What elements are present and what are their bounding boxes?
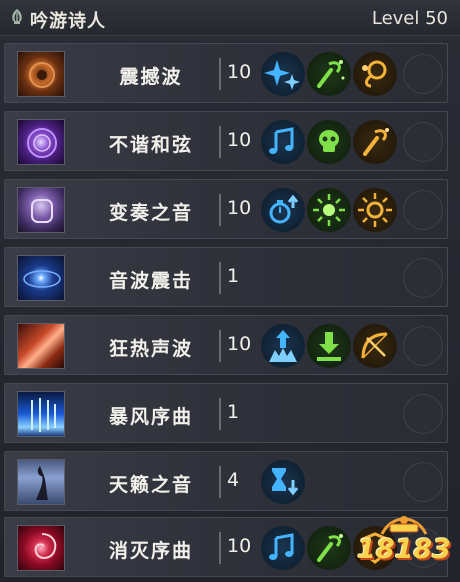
skill-row[interactable]: 不谐和弦 10 [4, 111, 448, 171]
skill-row[interactable]: 狂热声波 10 [4, 315, 448, 375]
orange-sun-rune-icon[interactable] [353, 188, 397, 232]
green-skull-rune-icon[interactable] [307, 120, 351, 164]
divider [219, 194, 221, 226]
orange-wand-rune-icon[interactable] [353, 120, 397, 164]
blue-music-note-rune-icon[interactable] [261, 526, 305, 570]
divider [219, 466, 221, 498]
skill-points: 10 [227, 61, 252, 83]
skill-points: 4 [227, 469, 240, 491]
divider [219, 126, 221, 158]
skill-points: 1 [227, 265, 240, 287]
skill-name: 狂热声波 [108, 338, 193, 360]
divider [219, 330, 221, 362]
divider [219, 58, 221, 90]
skill-points: 10 [227, 535, 252, 557]
storm-prelude-skill-icon [17, 391, 65, 437]
skill-name: 变奏之音 [108, 202, 193, 224]
skill-name: 消灭序曲 [108, 540, 193, 562]
green-burst-rune-icon[interactable] [307, 188, 351, 232]
skill-points: 10 [227, 129, 252, 151]
annihilation-prelude-skill-icon [17, 525, 65, 571]
skill-name: 天籁之音 [108, 474, 193, 496]
skill-panel: 吟游诗人 Level 50 震撼波 10 不谐和弦 10 变奏之音 10 音波震… [0, 0, 460, 582]
skill-row[interactable]: 暴风序曲 1 [4, 383, 448, 443]
class-name: 吟游诗人 [30, 11, 106, 32]
skill-name: 暴风序曲 [108, 406, 193, 428]
watermark-text: 18183 [357, 534, 451, 565]
orange-bow-rune-icon[interactable] [353, 324, 397, 368]
variation-skill-icon [17, 187, 65, 233]
divider [219, 262, 221, 294]
header-bar: 吟游诗人 Level 50 [0, 0, 460, 36]
discord-skill-icon [17, 119, 65, 165]
lyre-emblem-icon [12, 9, 22, 24]
empty-rune-slot[interactable] [403, 190, 443, 230]
skill-row[interactable]: 音波震击 1 [4, 247, 448, 307]
sonic-strike-skill-icon [17, 255, 65, 301]
empty-rune-slot[interactable] [403, 258, 443, 298]
skill-points: 10 [227, 197, 252, 219]
empty-rune-slot[interactable] [403, 462, 443, 502]
green-down-arrow-rune-icon[interactable] [307, 324, 351, 368]
empty-rune-slot[interactable] [403, 122, 443, 162]
green-wand-rune-icon[interactable] [307, 52, 351, 96]
empty-rune-slot[interactable] [403, 394, 443, 434]
orange-spiral-rune-icon[interactable] [353, 52, 397, 96]
empty-rune-slot[interactable] [403, 54, 443, 94]
skill-points: 1 [227, 401, 240, 423]
skill-name: 震撼波 [119, 66, 183, 88]
blue-music-note-rune-icon[interactable] [261, 120, 305, 164]
site-watermark-logo: 18183 [352, 508, 456, 578]
empty-rune-slot[interactable] [403, 326, 443, 366]
blue-hourglass-rune-icon[interactable] [261, 460, 305, 504]
shockwave-skill-icon [17, 51, 65, 97]
skill-row[interactable]: 天籁之音 4 [4, 451, 448, 511]
blue-sparkle-rune-icon[interactable] [261, 52, 305, 96]
skill-points: 10 [227, 333, 252, 355]
skill-name: 不谐和弦 [108, 134, 193, 156]
blue-stopwatch-rune-icon[interactable] [261, 188, 305, 232]
blue-up-burst-rune-icon[interactable] [261, 324, 305, 368]
divider [219, 398, 221, 430]
green-wand-rune-icon[interactable] [307, 526, 351, 570]
divider [219, 532, 221, 564]
frenzy-wave-skill-icon [17, 323, 65, 369]
skill-row[interactable]: 变奏之音 10 [4, 179, 448, 239]
skill-name: 音波震击 [108, 270, 193, 292]
heavenly-sound-skill-icon [17, 459, 65, 505]
character-level: Level 50 [371, 8, 448, 29]
skill-row[interactable]: 震撼波 10 [4, 43, 448, 103]
